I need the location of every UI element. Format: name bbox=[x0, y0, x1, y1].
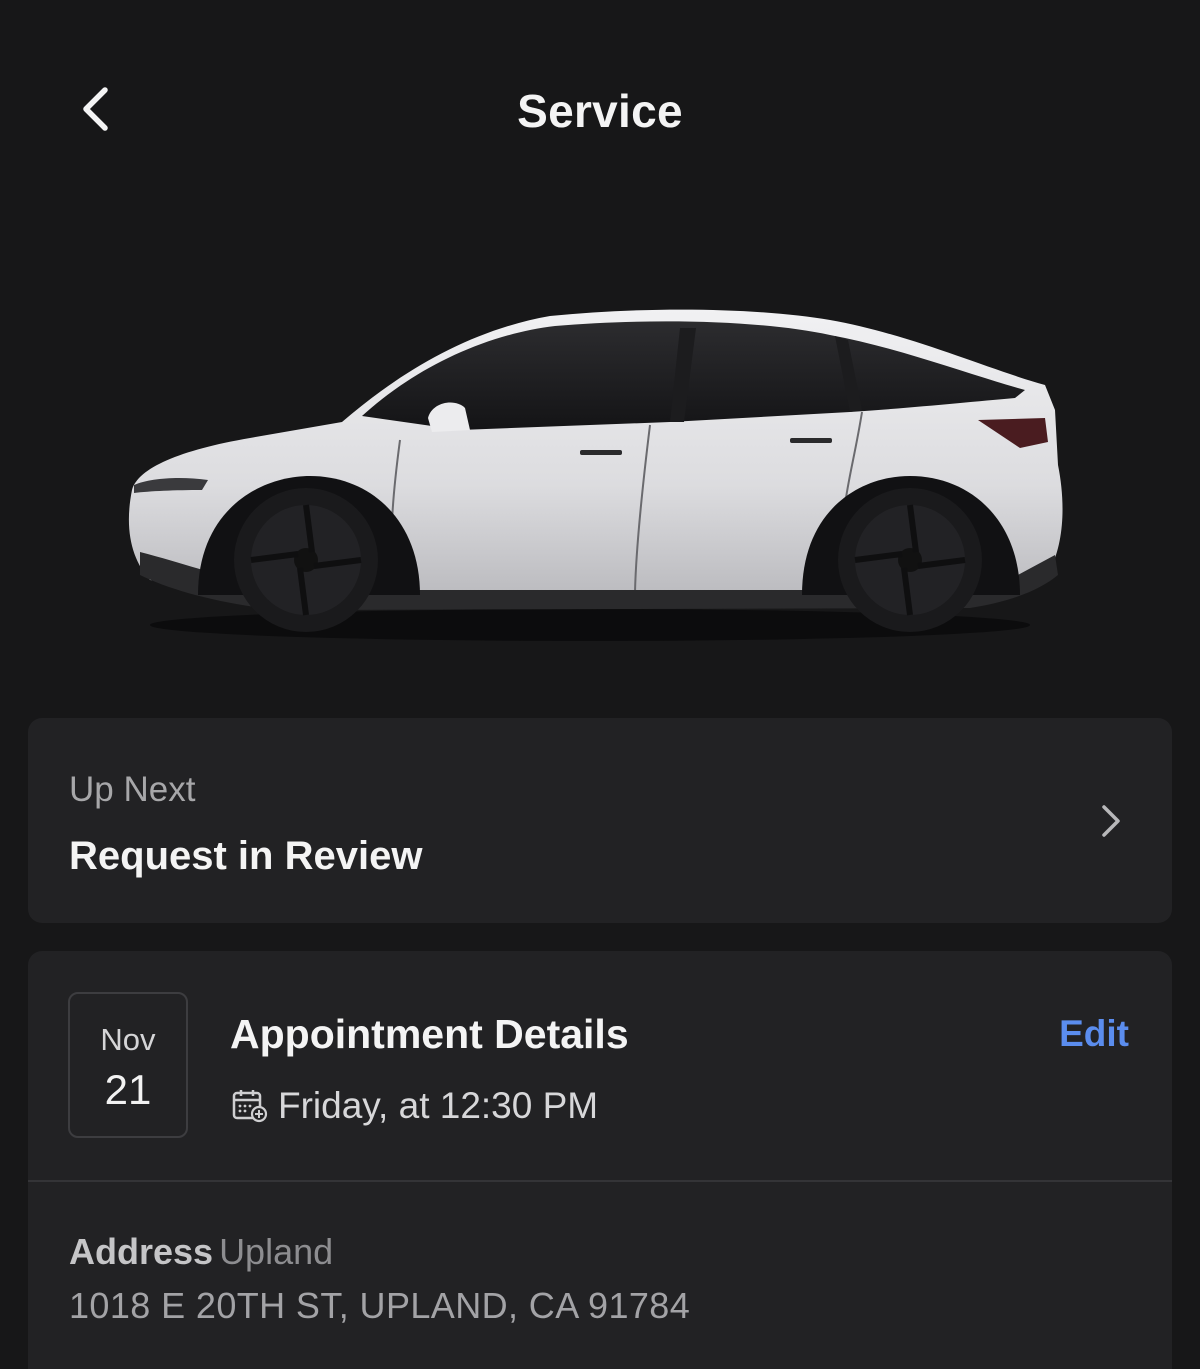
appointment-day: 21 bbox=[104, 1066, 152, 1113]
appointment-time-row: Friday, at 12:30 PM bbox=[232, 1085, 598, 1127]
address-row: Address Upland bbox=[69, 1231, 333, 1273]
vehicle-image bbox=[128, 309, 1063, 641]
appointment-date-badge: Nov 21 bbox=[68, 992, 188, 1138]
address-label: Address bbox=[69, 1231, 214, 1272]
edit-appointment-button[interactable]: Edit bbox=[1059, 1013, 1129, 1055]
page-title: Service bbox=[517, 85, 683, 137]
appointment-card: Nov 21 Appointment Details Edit Friday, … bbox=[28, 951, 1172, 1369]
appointment-time: Friday, at 12:30 PM bbox=[278, 1085, 599, 1126]
up-next-card[interactable]: Up Next Request in Review bbox=[28, 718, 1172, 923]
appointment-month: Nov bbox=[100, 1022, 156, 1057]
calendar-add-icon bbox=[232, 1090, 268, 1123]
divider bbox=[28, 1180, 1172, 1182]
appointment-title: Appointment Details bbox=[230, 1011, 629, 1057]
address-street: 1018 E 20TH ST, UPLAND, CA 91784 bbox=[69, 1285, 691, 1326]
chevron-right-icon bbox=[1102, 805, 1120, 837]
up-next-status: Request in Review bbox=[69, 834, 423, 878]
header: Service bbox=[0, 0, 1200, 220]
up-next-label: Up Next bbox=[69, 770, 196, 809]
rear-wheel bbox=[838, 488, 982, 632]
front-wheel bbox=[234, 488, 378, 632]
address-city: Upland bbox=[219, 1231, 334, 1272]
service-screen: Service Up Next Request in Review Nov 21… bbox=[0, 0, 1200, 1369]
